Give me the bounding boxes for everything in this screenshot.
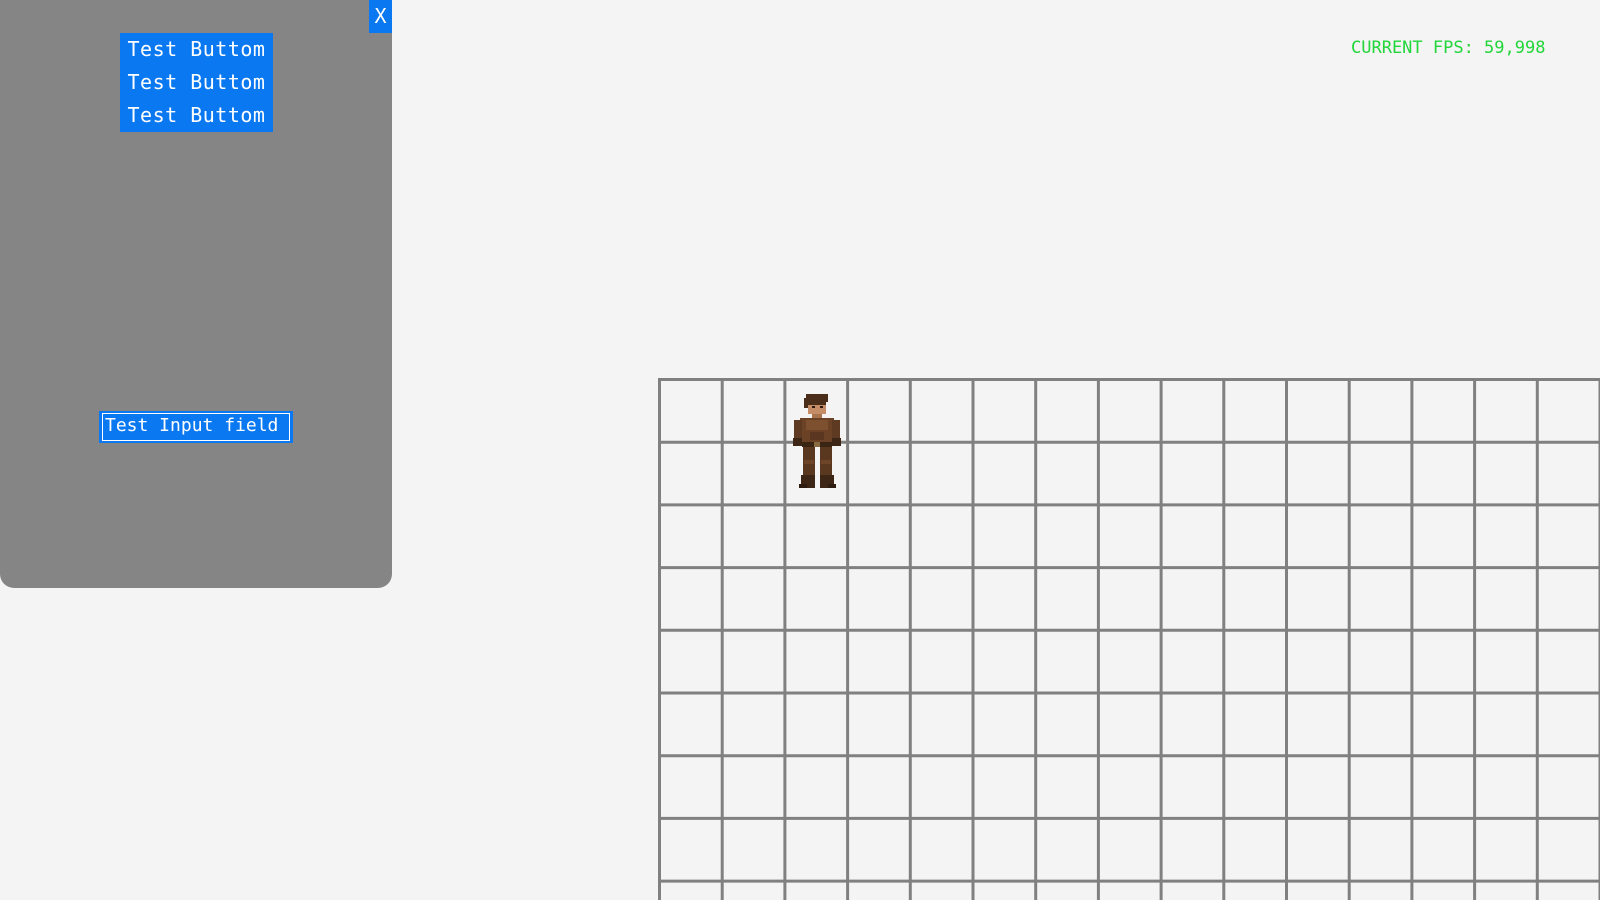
test-button-2[interactable]: Test Buttom: [120, 66, 273, 99]
test-button-1[interactable]: Test Buttom: [120, 33, 273, 66]
close-panel-button[interactable]: X: [369, 0, 392, 33]
test-input-value[interactable]: Test Input field: [102, 413, 290, 441]
side-panel: X Test Buttom Test Buttom Test Buttom Te…: [0, 0, 392, 588]
fps-counter: CURRENT FPS: 59,998: [1351, 38, 1546, 58]
game-viewport: X Test Buttom Test Buttom Test Buttom Te…: [0, 0, 1600, 900]
test-button-3[interactable]: Test Buttom: [120, 99, 273, 132]
test-input-field[interactable]: Test Input field: [99, 411, 293, 443]
character-sprite[interactable]: [790, 392, 846, 490]
